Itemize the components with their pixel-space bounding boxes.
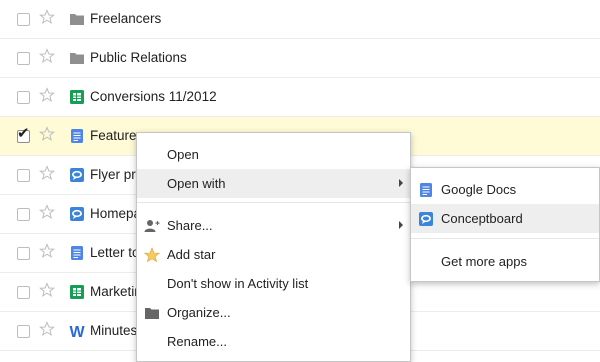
row-checkbox[interactable] — [17, 91, 30, 104]
folder-icon — [145, 308, 159, 319]
file-name[interactable]: Homepa — [90, 206, 141, 221]
star-outline-icon[interactable] — [39, 321, 55, 337]
row-checkbox[interactable] — [17, 208, 30, 221]
spreadsheet-icon — [70, 285, 84, 299]
menu-item-label: Open with — [167, 176, 226, 191]
submenu-item-conceptboard[interactable]: Conceptboard — [411, 204, 599, 233]
document-icon — [71, 129, 83, 143]
menu-item-label: Google Docs — [441, 182, 517, 197]
menu-item-label: Add star — [167, 247, 216, 262]
submenu-item-get-more-apps[interactable]: Get more apps — [411, 247, 599, 276]
menu-separator — [411, 238, 599, 239]
conceptboard-icon — [70, 207, 84, 221]
star-outline-icon[interactable] — [39, 165, 55, 181]
folder-icon — [70, 14, 84, 25]
menu-item-rename[interactable]: Rename... — [137, 327, 410, 356]
file-row[interactable]: Conversions 11/2012 — [0, 78, 600, 117]
submenu-arrow-icon — [399, 221, 403, 229]
star-outline-icon[interactable] — [39, 204, 55, 220]
row-checkbox[interactable] — [17, 52, 30, 65]
spreadsheet-icon — [70, 90, 84, 104]
menu-item-open[interactable]: Open — [137, 140, 410, 169]
menu-item-organize[interactable]: Organize... — [137, 298, 410, 327]
star-outline-icon[interactable] — [39, 87, 55, 103]
row-checkbox[interactable] — [17, 325, 30, 338]
file-row[interactable]: Public Relations — [0, 39, 600, 78]
menu-separator — [137, 202, 410, 203]
star-outline-icon[interactable] — [39, 126, 55, 142]
file-name[interactable]: Public Relations — [90, 50, 187, 65]
star-outline-icon[interactable] — [39, 243, 55, 259]
menu-item-label: Rename... — [167, 334, 227, 349]
submenu-item-google-docs[interactable]: Google Docs — [411, 175, 599, 204]
document-icon — [71, 246, 83, 260]
file-name[interactable]: Minutes — [90, 323, 137, 338]
row-checkbox[interactable] — [17, 169, 30, 182]
share-person-icon — [144, 220, 160, 232]
menu-item-label: Share... — [167, 218, 213, 233]
star-outline-icon[interactable] — [39, 9, 55, 25]
row-checkbox-checked[interactable]: ✔ — [17, 126, 30, 143]
open-with-submenu: Google Docs Conceptboard Get more apps — [410, 167, 600, 282]
file-name[interactable]: Freelancers — [90, 11, 161, 26]
row-checkbox[interactable] — [17, 286, 30, 299]
menu-item-label: Don't show in Activity list — [167, 276, 309, 291]
conceptboard-icon — [70, 168, 84, 182]
star-outline-icon[interactable] — [39, 282, 55, 298]
menu-item-label: Conceptboard — [441, 211, 523, 226]
conceptboard-icon — [419, 212, 433, 226]
menu-item-open-with[interactable]: Open with — [137, 169, 410, 198]
context-menu: Open Open with Share... Add star Don't s… — [136, 132, 411, 362]
file-name[interactable]: Flyer pr — [90, 167, 136, 182]
file-name[interactable]: Feature — [90, 128, 137, 143]
menu-item-label: Open — [167, 147, 199, 162]
file-name[interactable]: Marketin — [90, 284, 142, 299]
menu-item-dont-show-activity[interactable]: Don't show in Activity list — [137, 269, 410, 298]
star-icon — [144, 247, 160, 263]
menu-item-label: Organize... — [167, 305, 231, 320]
document-icon — [420, 183, 432, 197]
menu-item-share[interactable]: Share... — [137, 211, 410, 240]
file-name[interactable]: Conversions 11/2012 — [90, 89, 217, 104]
row-checkbox[interactable] — [17, 13, 30, 26]
word-icon: W — [69, 324, 85, 339]
svg-text:W: W — [69, 324, 85, 339]
file-name[interactable]: Letter to — [90, 245, 140, 260]
submenu-arrow-icon — [399, 179, 403, 187]
folder-icon — [70, 53, 84, 64]
star-outline-icon[interactable] — [39, 48, 55, 64]
file-row[interactable]: Freelancers — [0, 0, 600, 39]
menu-item-label: Get more apps — [441, 254, 527, 269]
row-checkbox[interactable] — [17, 247, 30, 260]
menu-item-add-star[interactable]: Add star — [137, 240, 410, 269]
